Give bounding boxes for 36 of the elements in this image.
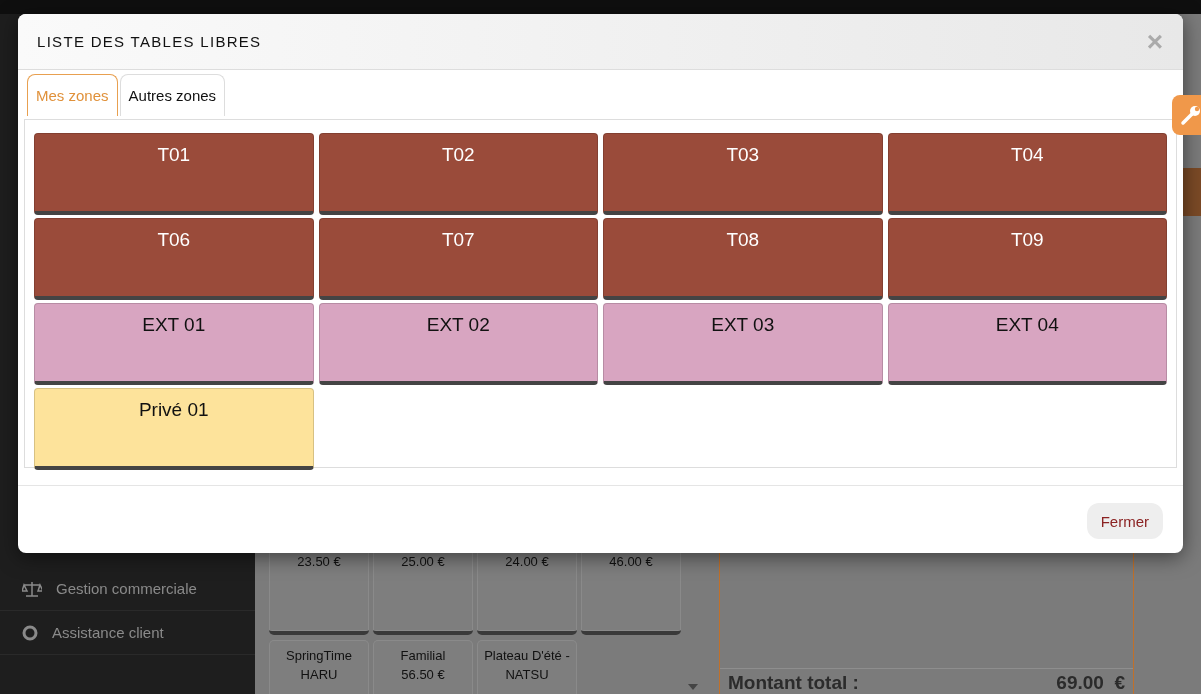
table-button[interactable]: T03 xyxy=(603,133,883,215)
settings-button[interactable] xyxy=(1172,95,1201,135)
table-button[interactable]: T06 xyxy=(34,218,314,300)
table-button[interactable]: EXT 02 xyxy=(318,303,598,385)
sidebar-item-label: Gestion commerciale xyxy=(56,580,197,597)
product-price: 25.00 € xyxy=(401,554,445,569)
product-name: Familial xyxy=(400,647,446,665)
product-name: SpringTime HARU xyxy=(285,647,353,684)
table-button[interactable]: T09 xyxy=(887,218,1167,300)
product-card[interactable]: Familial 56.50 € xyxy=(373,640,473,694)
table-button[interactable]: T08 xyxy=(603,218,883,300)
close-footer-button[interactable]: Fermer xyxy=(1086,503,1163,539)
table-button[interactable]: EXT 04 xyxy=(887,303,1167,385)
caret-icon[interactable] xyxy=(688,684,698,690)
product-card[interactable]: Plateau D'été - NATSU xyxy=(477,640,577,694)
table-button[interactable]: T04 xyxy=(887,133,1167,215)
product-price: 56.50 € xyxy=(401,666,445,684)
table-button[interactable]: T02 xyxy=(318,133,598,215)
product-price: 46.00 € xyxy=(609,554,653,569)
tab[interactable]: Autres zones xyxy=(119,74,226,116)
product-card[interactable]: SpringTime HARU xyxy=(269,640,369,694)
total-label: Montant total : xyxy=(728,672,859,694)
sidebar-item-label: Assistance client xyxy=(52,624,164,641)
table-button[interactable]: T07 xyxy=(318,218,598,300)
modal-title: LISTE DES TABLES LIBRES xyxy=(37,33,262,50)
table-button[interactable]: T01 xyxy=(34,133,314,215)
wrench-icon xyxy=(1180,104,1201,126)
lifebuoy-icon xyxy=(22,624,38,641)
product-price: 23.50 € xyxy=(297,554,341,569)
product-name: Plateau D'été - NATSU xyxy=(483,647,571,684)
product-price: 24.00 € xyxy=(505,554,549,569)
table-button[interactable]: EXT 01 xyxy=(34,303,314,385)
table-button[interactable]: EXT 03 xyxy=(603,303,883,385)
total-value: 69.00 € xyxy=(1056,672,1125,694)
table-button[interactable]: Privé 01 xyxy=(34,388,314,470)
scale-icon xyxy=(22,580,42,597)
